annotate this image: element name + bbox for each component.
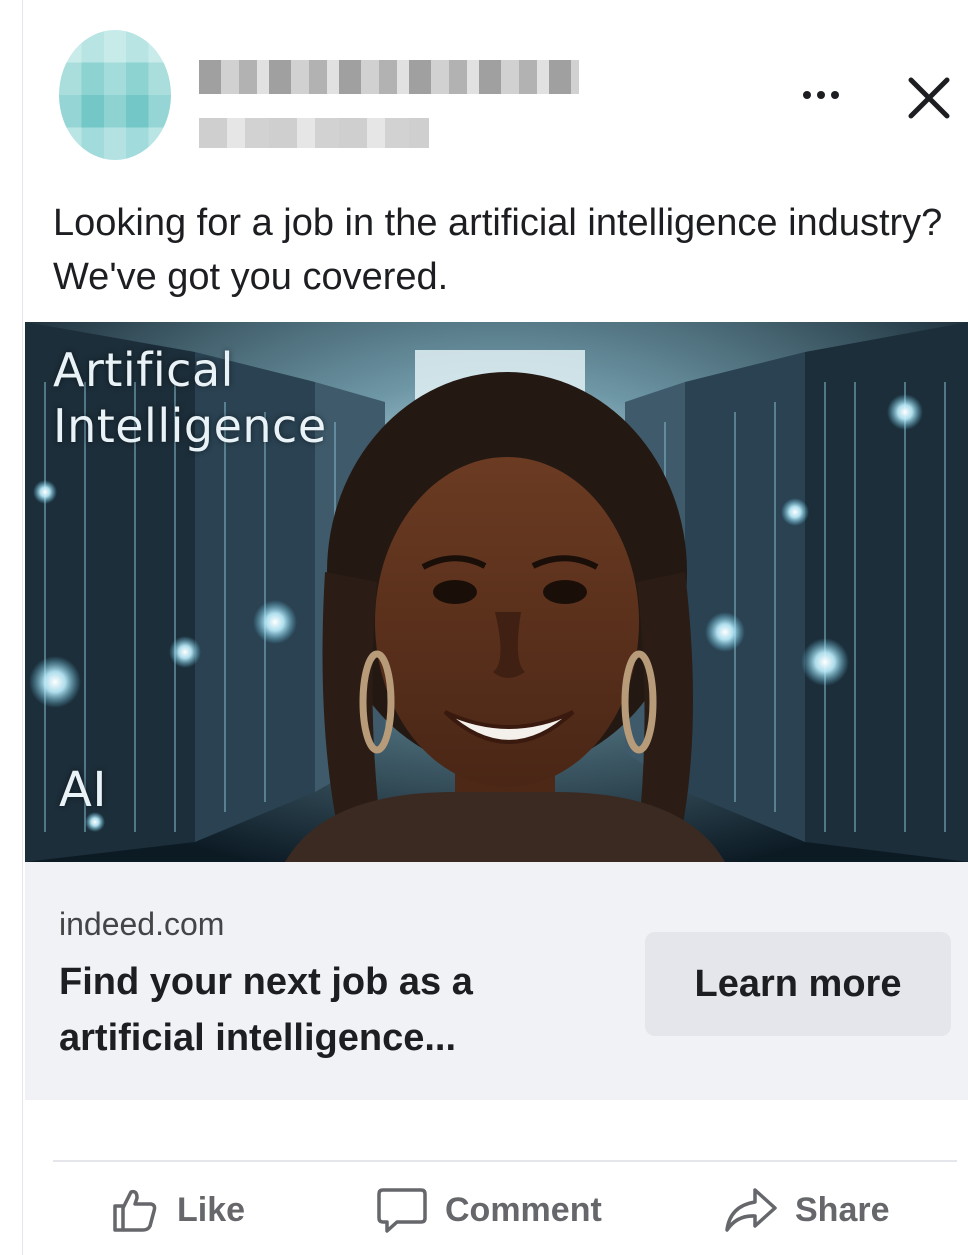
like-label: Like xyxy=(177,1190,246,1229)
post-meta-redacted xyxy=(199,118,429,148)
learn-more-button[interactable]: Learn more xyxy=(645,932,951,1036)
ad-post-card: Looking for a job in the artificial inte… xyxy=(22,0,968,1255)
image-overlay-tag: AI xyxy=(59,762,107,818)
comment-icon xyxy=(377,1188,427,1233)
divider xyxy=(53,1160,957,1162)
avatar[interactable] xyxy=(59,30,171,160)
share-icon xyxy=(725,1188,777,1232)
share-label: Share xyxy=(795,1190,890,1229)
link-headline: Find your next job as a artificial intel… xyxy=(59,961,473,1059)
image-overlay-title: Artifical Intelligence xyxy=(53,343,327,453)
post-caption: Looking for a job in the artificial inte… xyxy=(53,202,943,298)
link-domain: indeed.com xyxy=(59,906,225,942)
ad-image[interactable]: Artifical Intelligence AI xyxy=(25,322,968,862)
close-button[interactable] xyxy=(903,72,955,124)
like-button[interactable]: Like xyxy=(109,1178,245,1242)
close-icon xyxy=(908,77,950,119)
comment-label: Comment xyxy=(445,1190,602,1229)
more-options-button[interactable] xyxy=(793,70,849,120)
comment-button[interactable]: Comment xyxy=(375,1178,602,1242)
like-icon xyxy=(113,1189,157,1232)
share-button[interactable]: Share xyxy=(723,1178,890,1242)
more-icon xyxy=(803,91,811,99)
link-preview[interactable]: indeed.com Find your next job as a artif… xyxy=(25,862,968,1100)
author-name-redacted[interactable] xyxy=(199,60,579,94)
